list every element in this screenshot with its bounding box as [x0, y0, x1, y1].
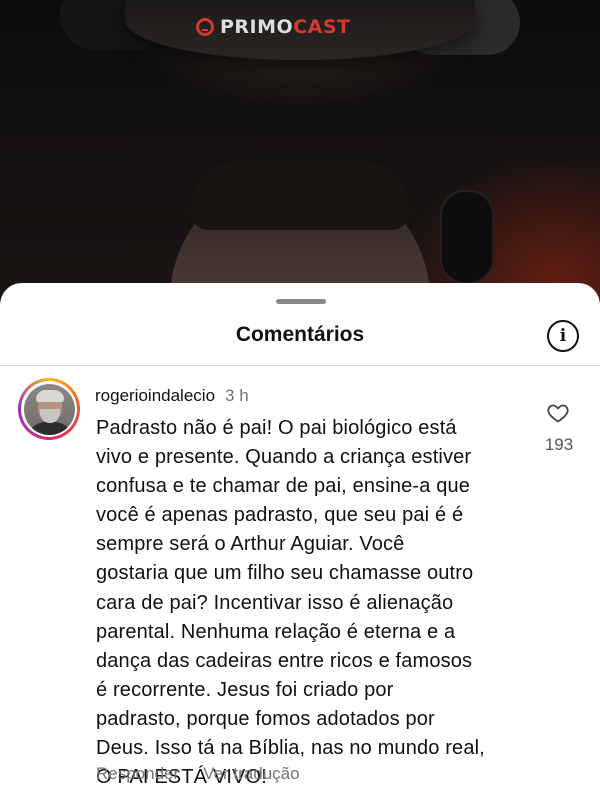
headphone [440, 190, 494, 284]
comment-line: confusa e te chamar de pai, ensine-a que [96, 475, 471, 498]
comments-sheet: Comentários i rogerioindalecio 3 h Padra… [0, 283, 600, 792]
studio-light [400, 150, 600, 300]
comment-actions: Responder Ver tradução [96, 764, 300, 784]
heart-icon[interactable] [546, 401, 570, 425]
primocast-logo: PRIMOCAST [196, 14, 350, 40]
comment-line: cara de pai? Incentivar isso é alienação [96, 591, 454, 614]
comment-line: é recorrente. Jesus foi criado por [96, 678, 394, 701]
sheet-drag-handle[interactable] [276, 299, 326, 304]
comment-line: Deus. Isso tá na Bíblia, nas no mundo re… [96, 737, 485, 760]
comment-line: dança das cadeiras entre ricos e famosos [96, 649, 473, 672]
comment-line: você é apenas padrasto, que seu pai é é [96, 504, 464, 527]
avatar [23, 383, 75, 435]
see-translation-button[interactable]: Ver tradução [203, 764, 299, 784]
sheet-title: Comentários [235, 323, 365, 346]
comment-username[interactable]: rogerioindalecio [95, 386, 215, 406]
comment-line: gostaria que um filho seu chamasse outro [96, 562, 474, 585]
comment-line: sempre será o Arthur Aguiar. Você [96, 533, 405, 556]
info-glyph: i [559, 325, 567, 346]
like-count: 193 [544, 435, 574, 454]
comment-line: padrasto, porque fomos adotados por [96, 707, 435, 730]
video-background: PRIMOCAST [0, 0, 600, 300]
header-divider [0, 365, 600, 366]
presenter-head [170, 160, 430, 300]
comment-line: Padrasto não é pai! O pai biológico está [96, 417, 457, 439]
comment-timestamp: 3 h [225, 386, 249, 405]
comment-line: vivo e presente. Quando a criança estive… [96, 446, 472, 469]
comment-line: parental. Nenhuma relação é eterna e a [96, 620, 456, 643]
comment-text: Padrasto não é pai! O pai biológico está… [96, 414, 536, 792]
avatar-story-ring[interactable] [18, 378, 80, 440]
info-icon[interactable]: i [547, 320, 579, 352]
comment-header: rogerioindalecio 3 h [95, 386, 249, 406]
reply-button[interactable]: Responder [96, 764, 179, 784]
logo-text-primo: PRIMO [220, 16, 294, 38]
logo-text-cast: CAST [293, 16, 351, 38]
logo-mark-icon [196, 18, 214, 36]
